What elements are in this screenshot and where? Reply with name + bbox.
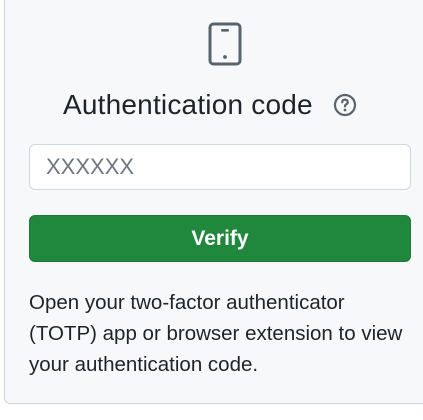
question-circle-icon[interactable] [333,93,357,117]
help-text: Open your two-factor authenticator (TOTP… [29,291,403,376]
authentication-code-input[interactable] [29,144,411,190]
title-row: Authentication code [63,83,357,127]
verify-button[interactable]: Verify [29,215,411,262]
page-title: Authentication code [63,89,313,120]
mobile-device-icon [208,22,242,66]
